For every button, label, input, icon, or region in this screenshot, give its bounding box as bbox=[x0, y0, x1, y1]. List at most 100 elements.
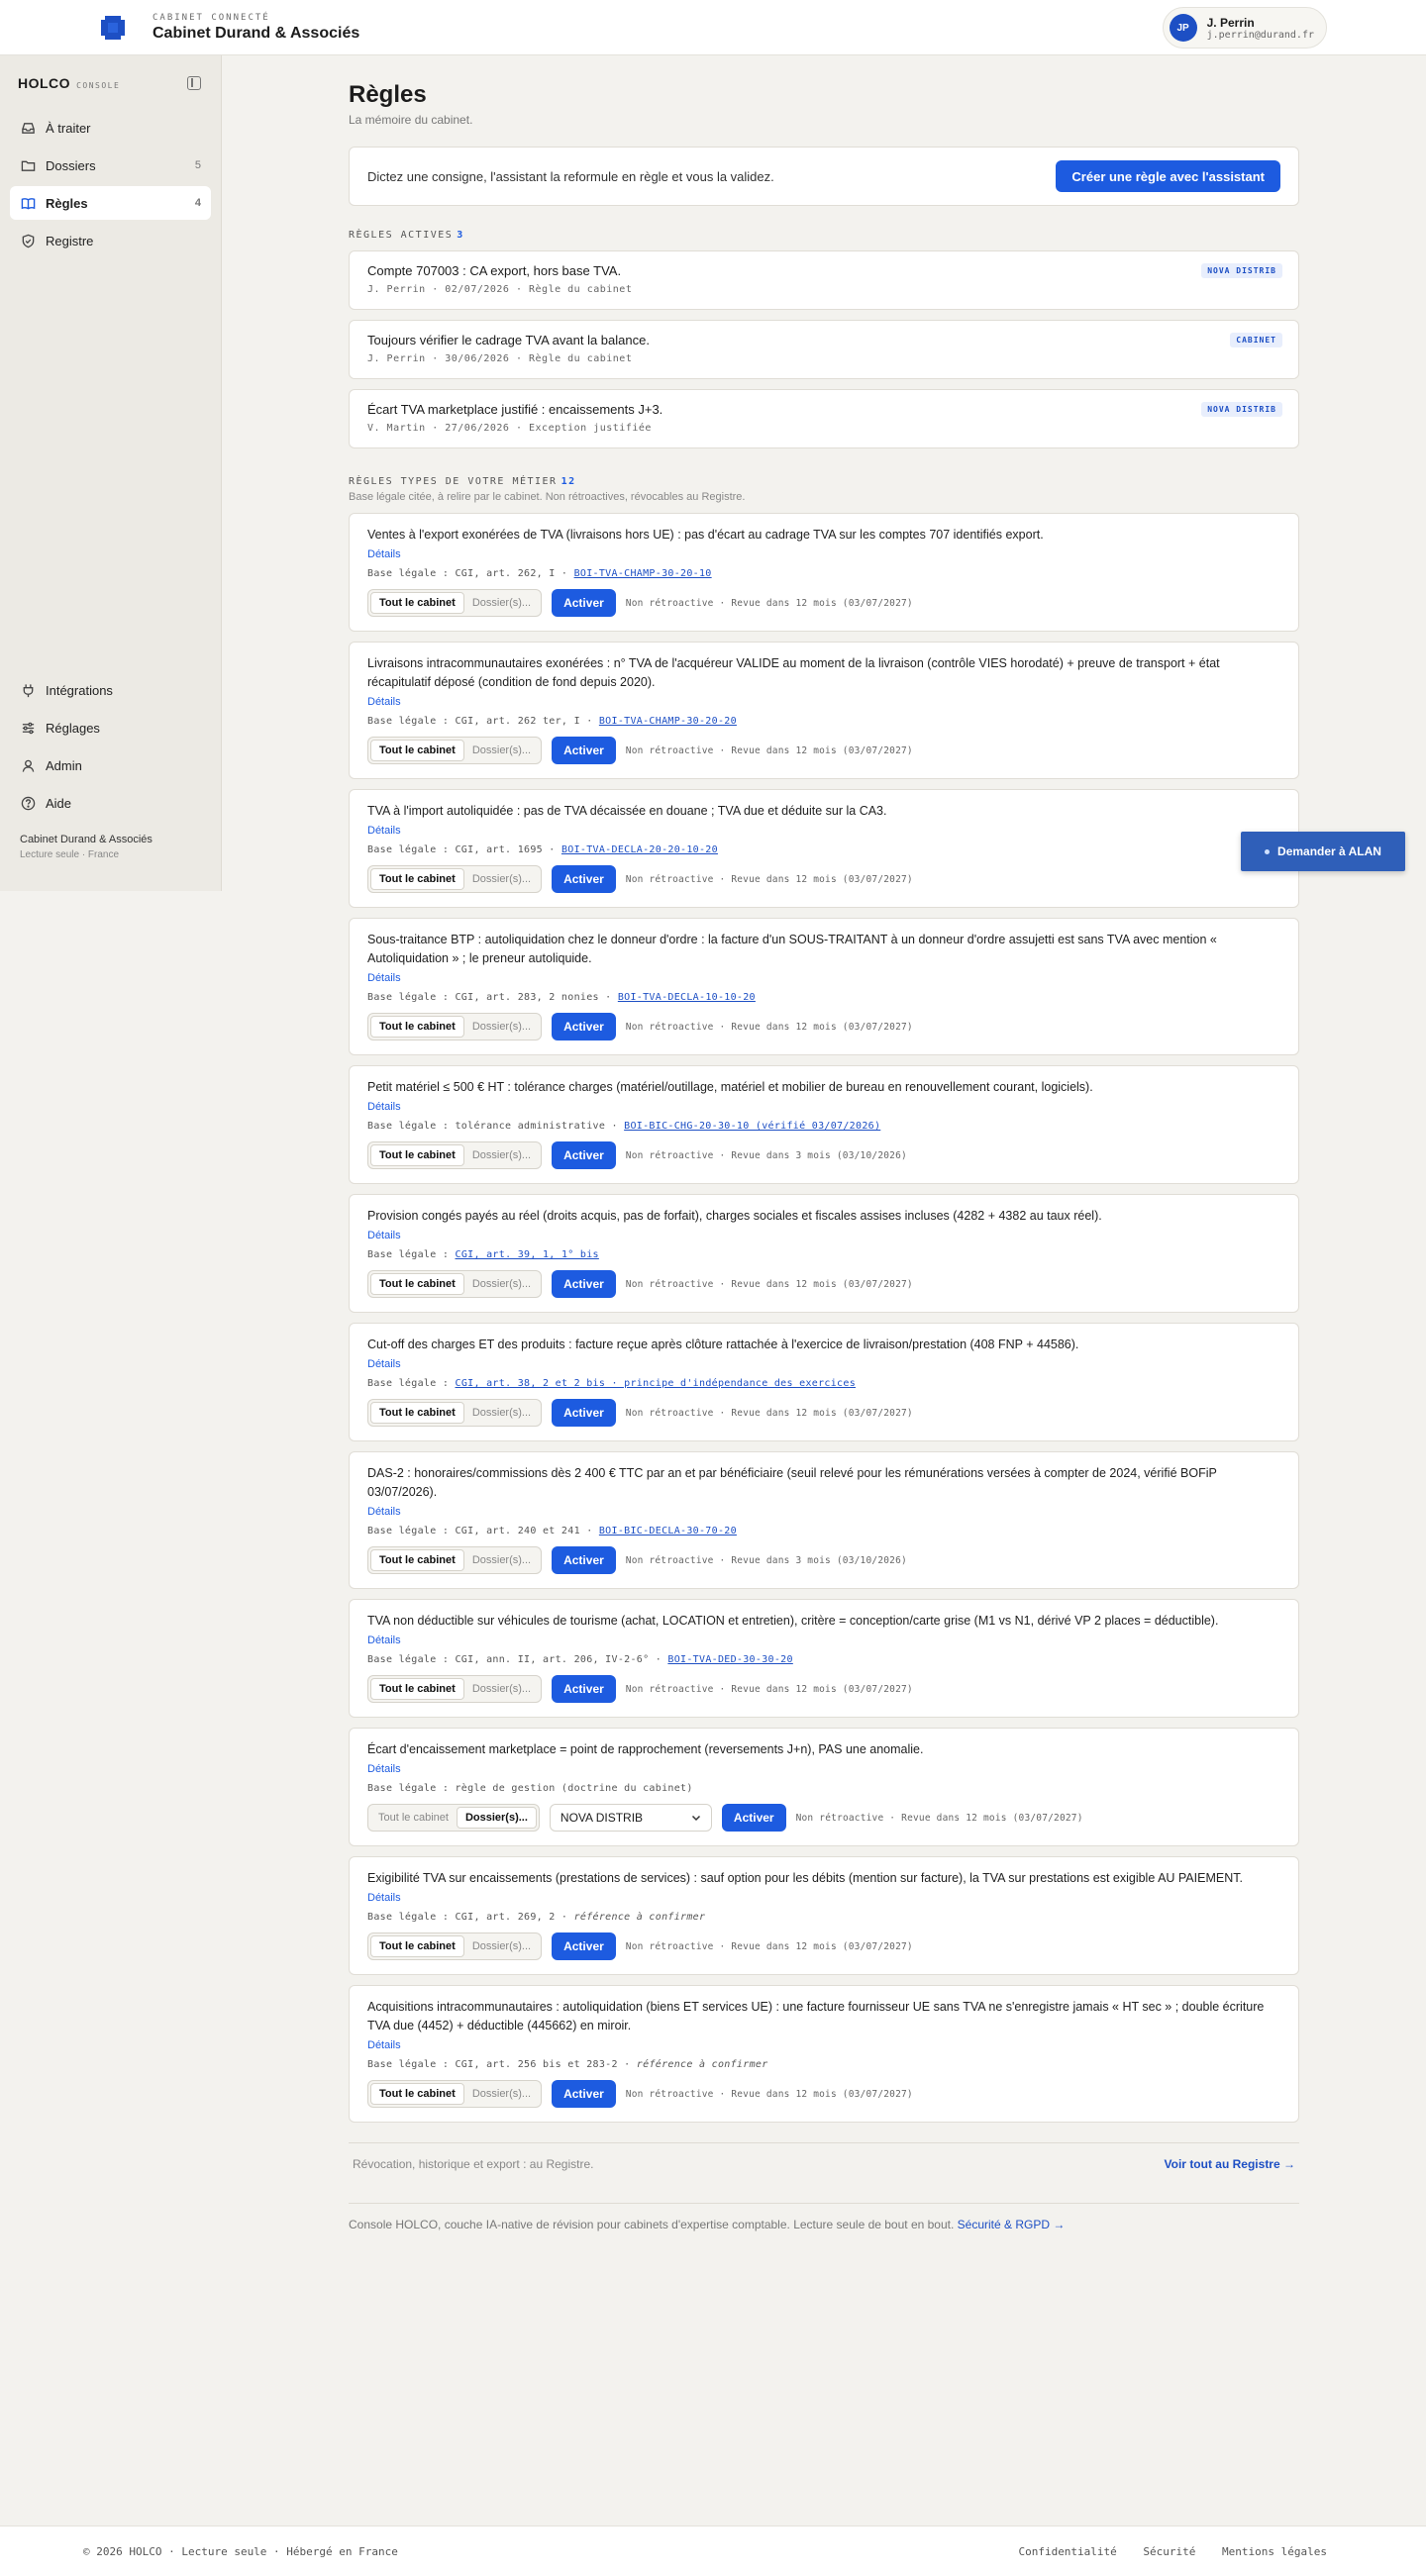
scope-files-option[interactable]: Dossier(s)... bbox=[464, 1144, 539, 1166]
console-note: Console HOLCO, couche IA-native de révis… bbox=[349, 2203, 1299, 2231]
ask-alan-button[interactable]: Demander à ALAN bbox=[1241, 832, 1405, 871]
scope-all-option[interactable]: Tout le cabinet bbox=[370, 592, 464, 614]
type-rules-title: RÈGLES TYPES DE VOTRE MÉTIER bbox=[349, 476, 558, 487]
rule-actions: Tout le cabinet Dossier(s)... Activer Non r… bbox=[367, 737, 1280, 764]
scope-badge: CABINET bbox=[1230, 333, 1282, 347]
scope-all-option[interactable]: Tout le cabinet bbox=[370, 1935, 464, 1957]
scope-files-option[interactable]: Dossier(s)... bbox=[464, 1273, 539, 1295]
legal-reference-link[interactable]: CGI, art. 39, 1, 1° bis bbox=[456, 1249, 599, 1260]
collapse-sidebar-icon[interactable] bbox=[187, 76, 201, 90]
sidebar-item-dossiers[interactable]: Dossiers 5 bbox=[10, 149, 211, 182]
scope-all-option[interactable]: Tout le cabinet bbox=[370, 1678, 464, 1700]
details-link[interactable]: Détails bbox=[367, 548, 1280, 560]
scope-files-option[interactable]: Dossier(s)... bbox=[464, 592, 539, 614]
scope-files-option[interactable]: Dossier(s)... bbox=[464, 868, 539, 890]
scope-toggle: Tout le cabinet Dossier(s)... bbox=[367, 1270, 543, 1298]
scope-toggle: Tout le cabinet Dossier(s)... bbox=[367, 1013, 543, 1040]
scope-files-option[interactable]: Dossier(s)... bbox=[464, 1678, 539, 1700]
scope-files-option[interactable]: Dossier(s)... bbox=[464, 1016, 539, 1038]
legal-basis-text: Base légale : CGI, art. 262, I · bbox=[367, 568, 574, 579]
cabinet-info: CABINET CONNECTÉ Cabinet Durand & Associ… bbox=[153, 13, 359, 43]
sidebar-item-aide[interactable]: Aide bbox=[10, 786, 211, 820]
holco-logo-icon[interactable] bbox=[99, 14, 127, 42]
legal-reference-link[interactable]: BOI-TVA-CHAMP-30-20-20 bbox=[599, 716, 737, 727]
activate-button[interactable]: Activer bbox=[552, 1399, 616, 1427]
legal-reference-link[interactable]: BOI-TVA-DECLA-20-20-10-20 bbox=[561, 844, 718, 855]
inbox-icon bbox=[20, 120, 36, 136]
scope-files-option[interactable]: Dossier(s)... bbox=[464, 1549, 539, 1571]
details-link[interactable]: Détails bbox=[367, 1230, 1280, 1241]
sidebar-item-a-traiter[interactable]: À traiter bbox=[10, 111, 211, 145]
scope-all-option[interactable]: Tout le cabinet bbox=[370, 1144, 464, 1166]
active-rule-meta: J. Perrin · 30/06/2026 · Règle du cabine… bbox=[367, 353, 633, 364]
details-link[interactable]: Détails bbox=[367, 825, 1280, 837]
assistant-text: Dictez une consigne, l'assistant la refo… bbox=[367, 168, 774, 184]
scope-badge: NOVA DISTRIB bbox=[1201, 263, 1282, 278]
scope-all-option[interactable]: Tout le cabinet bbox=[370, 2083, 464, 2105]
activate-button[interactable]: Activer bbox=[552, 589, 616, 617]
footer-link-security[interactable]: Sécurité bbox=[1143, 2545, 1195, 2558]
scope-all-option[interactable]: Tout le cabinet bbox=[370, 1807, 457, 1829]
details-link[interactable]: Détails bbox=[367, 1763, 1280, 1775]
legal-reference-link[interactable]: BOI-BIC-CHG-20-30-10 (vérifié 03/07/2026… bbox=[624, 1121, 880, 1132]
details-link[interactable]: Détails bbox=[367, 2039, 1280, 2051]
activate-button[interactable]: Activer bbox=[552, 865, 616, 893]
user-menu[interactable]: JP J. Perrin j.perrin@durand.fr bbox=[1162, 7, 1327, 49]
scope-toggle: Tout le cabinet Dossier(s)... bbox=[367, 1675, 543, 1703]
legal-reference-link[interactable]: BOI-BIC-DECLA-30-70-20 bbox=[599, 1526, 737, 1536]
footer-link-privacy[interactable]: Confidentialité bbox=[1018, 2545, 1116, 2558]
details-link[interactable]: Détails bbox=[367, 1635, 1280, 1646]
sidebar-item-label: Admin bbox=[46, 757, 82, 773]
legal-basis-text: Base légale : tolérance administrative · bbox=[367, 1121, 625, 1132]
sidebar-item-reglages[interactable]: Réglages bbox=[10, 711, 211, 744]
activate-button[interactable]: Activer bbox=[552, 2080, 616, 2108]
sidebar-item-registre[interactable]: Registre bbox=[10, 224, 211, 257]
activate-button[interactable]: Activer bbox=[552, 1546, 616, 1574]
active-rule-card[interactable]: Écart TVA marketplace justifié : encaiss… bbox=[349, 389, 1299, 448]
legal-reference-link[interactable]: BOI-TVA-DED-30-30-20 bbox=[667, 1654, 792, 1665]
scope-files-option[interactable]: Dossier(s)... bbox=[464, 1402, 539, 1424]
active-rule-card[interactable]: Compte 707003 : CA export, hors base TVA… bbox=[349, 250, 1299, 310]
activate-button[interactable]: Activer bbox=[721, 1804, 786, 1832]
details-link[interactable]: Détails bbox=[367, 696, 1280, 708]
legal-reference-link[interactable]: BOI-TVA-CHAMP-30-20-10 bbox=[574, 568, 712, 579]
scope-files-option[interactable]: Dossier(s)... bbox=[464, 2083, 539, 2105]
active-rule-card[interactable]: Toujours vérifier le cadrage TVA avant l… bbox=[349, 320, 1299, 379]
active-rules-list: Compte 707003 : CA export, hors base TVA… bbox=[349, 250, 1299, 448]
scope-files-option[interactable]: Dossier(s)... bbox=[464, 740, 539, 761]
details-link[interactable]: Détails bbox=[367, 972, 1280, 984]
legal-reference-link[interactable]: CGI, art. 38, 2 et 2 bis · principe d'in… bbox=[456, 1378, 857, 1389]
details-link[interactable]: Détails bbox=[367, 1892, 1280, 1904]
footer-link-legal[interactable]: Mentions légales bbox=[1222, 2545, 1327, 2558]
details-link[interactable]: Détails bbox=[367, 1101, 1280, 1113]
security-link[interactable]: Sécurité & RGPD → bbox=[958, 2218, 1066, 2231]
activate-button[interactable]: Activer bbox=[552, 1141, 616, 1169]
scope-all-option[interactable]: Tout le cabinet bbox=[370, 868, 464, 890]
activate-button[interactable]: Activer bbox=[552, 1932, 616, 1960]
registry-link[interactable]: Voir tout au Registre → bbox=[1165, 2157, 1295, 2171]
sidebar-item-label: Réglages bbox=[46, 720, 100, 736]
sidebar-item-integrations[interactable]: Intégrations bbox=[10, 673, 211, 707]
dossier-select[interactable]: NOVA DISTRIB bbox=[549, 1804, 712, 1832]
scope-all-option[interactable]: Tout le cabinet bbox=[370, 740, 464, 761]
activate-button[interactable]: Activer bbox=[552, 737, 616, 764]
scope-all-option[interactable]: Tout le cabinet bbox=[370, 1016, 464, 1038]
scope-toggle: Tout le cabinet Dossier(s)... bbox=[367, 1804, 540, 1832]
details-link[interactable]: Détails bbox=[367, 1506, 1280, 1518]
scope-files-option[interactable]: Dossier(s)... bbox=[456, 1807, 537, 1829]
sidebar-item-admin[interactable]: Admin bbox=[10, 748, 211, 782]
scope-files-option[interactable]: Dossier(s)... bbox=[464, 1935, 539, 1957]
rule-text: Exigibilité TVA sur encaissements (prest… bbox=[367, 1871, 1243, 1885]
avatar: JP bbox=[1169, 14, 1197, 42]
legal-reference-link[interactable]: BOI-TVA-DECLA-10-10-20 bbox=[618, 992, 756, 1003]
rule-actions: Tout le cabinet Dossier(s)... Activer Non r… bbox=[367, 1141, 1280, 1169]
scope-all-option[interactable]: Tout le cabinet bbox=[370, 1402, 464, 1424]
scope-all-option[interactable]: Tout le cabinet bbox=[370, 1273, 464, 1295]
scope-all-option[interactable]: Tout le cabinet bbox=[370, 1549, 464, 1571]
activate-button[interactable]: Activer bbox=[552, 1675, 616, 1703]
activate-button[interactable]: Activer bbox=[552, 1270, 616, 1298]
sidebar-item-regles[interactable]: Règles 4 bbox=[10, 186, 211, 220]
create-rule-button[interactable]: Créer une règle avec l'assistant bbox=[1056, 160, 1280, 192]
activate-button[interactable]: Activer bbox=[552, 1013, 616, 1040]
details-link[interactable]: Détails bbox=[367, 1358, 1280, 1370]
